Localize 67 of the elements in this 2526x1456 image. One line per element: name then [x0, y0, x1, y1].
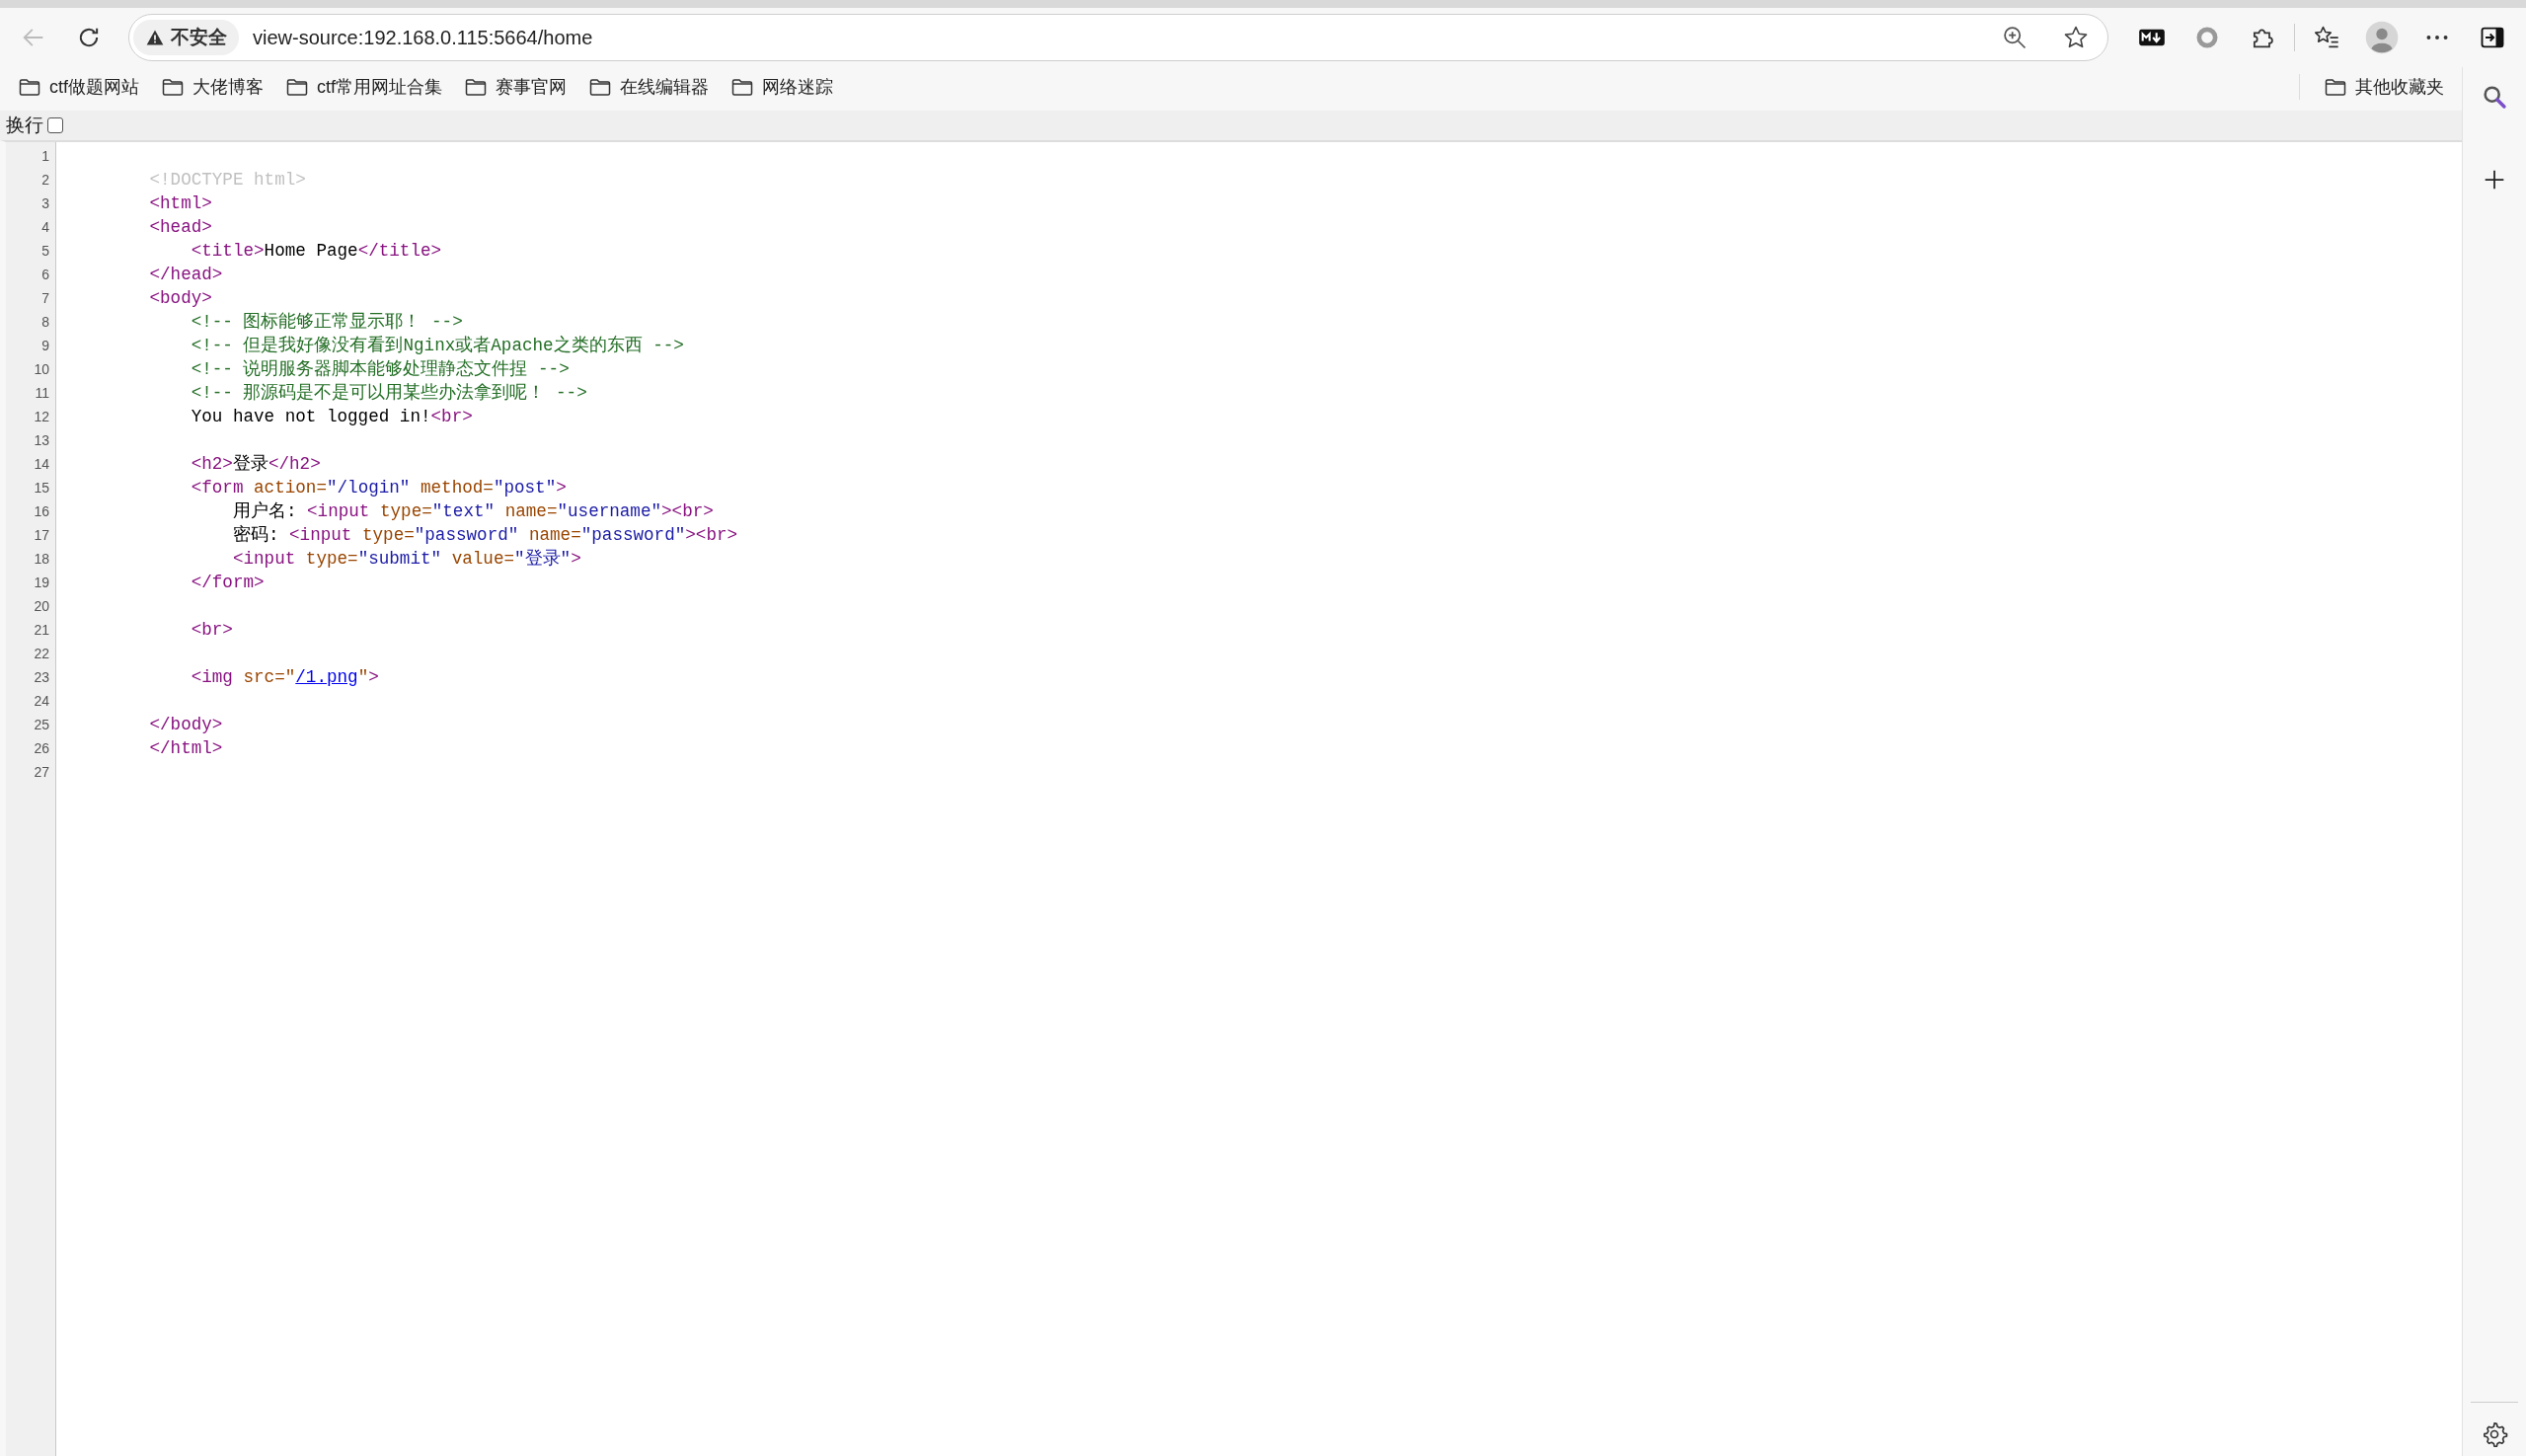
search-icon — [2481, 83, 2508, 111]
bookmark-item[interactable]: ctf做题网站 — [10, 71, 147, 103]
line-number: 21 — [33, 621, 50, 640]
warning-icon — [145, 28, 165, 47]
more-icon — [2426, 35, 2448, 40]
bookmark-item[interactable]: 大佬博客 — [153, 71, 271, 103]
line-number: 4 — [40, 218, 50, 237]
code-line: <title>Home Page</title> — [190, 240, 443, 263]
wrap-checkbox[interactable] — [47, 117, 63, 133]
security-badge[interactable]: 不安全 — [133, 20, 239, 55]
line-number: 5 — [40, 242, 50, 261]
bookmark-item[interactable]: 在线编辑器 — [580, 71, 718, 103]
line-number: 26 — [33, 739, 50, 758]
line-number: 2 — [40, 171, 50, 190]
code-line: <!-- 图标能够正常显示耶！ --> — [190, 311, 464, 334]
wrap-label: 换行 — [6, 114, 43, 137]
code-line: <h2>登录</h2> — [190, 453, 322, 476]
code-line: You have not logged in!<br> — [190, 406, 474, 428]
line-number: 9 — [40, 337, 50, 355]
line-number: 22 — [33, 645, 50, 663]
code-line: <head> — [148, 216, 213, 239]
address-bar[interactable]: 不安全 view-source:192.168.0.115:5664/home — [128, 14, 2108, 61]
line-number: 7 — [40, 289, 50, 308]
line-number: 16 — [33, 502, 50, 521]
line-number: 6 — [40, 266, 50, 284]
code-line: <body> — [148, 287, 213, 310]
bookmark-item[interactable]: 赛事官网 — [456, 71, 575, 103]
code-line: <form action="/login" method="post"> — [190, 477, 568, 499]
code-line: 密码: <input type="password" name="password"><br> — [231, 524, 739, 547]
source-link[interactable]: /1.png — [295, 667, 358, 687]
line-number: 14 — [33, 455, 50, 474]
line-number: 15 — [33, 479, 50, 498]
code-line: <!DOCTYPE html> — [148, 169, 307, 192]
line-number: 1 — [40, 147, 50, 166]
code-line: <img src="/1.png"> — [190, 666, 380, 689]
line-number: 20 — [33, 597, 50, 616]
other-bookmarks-folder[interactable]: 其他收藏夹 — [2316, 71, 2452, 103]
line-number: 23 — [33, 668, 50, 687]
bookmark-item[interactable]: ctf常用网址合集 — [277, 71, 451, 103]
code-line: <br> — [190, 619, 234, 642]
line-number: 10 — [33, 360, 50, 379]
settings-icon — [2481, 1420, 2508, 1448]
code-line: </html> — [148, 737, 224, 760]
line-number: 13 — [33, 431, 50, 450]
code-line: </body> — [148, 714, 224, 736]
code-line: <!-- 说明服务器脚本能够处理静态文件捏 --> — [190, 358, 571, 381]
line-number: 3 — [40, 194, 50, 213]
code-line: <input type="submit" value="登录"> — [231, 548, 582, 571]
zoom-in-icon — [2001, 24, 2028, 51]
line-number: 27 — [33, 763, 50, 782]
url-text: view-source:192.168.0.115:5664/home — [253, 26, 594, 49]
line-number: 8 — [40, 313, 50, 332]
code-line: <!-- 那源码是不是可以用某些办法拿到呢！ --> — [190, 382, 588, 405]
line-number: 25 — [33, 716, 50, 734]
line-number: 19 — [33, 574, 50, 592]
line-number: 17 — [33, 526, 50, 545]
bookmark-item[interactable]: 网络迷踪 — [723, 71, 842, 103]
line-number: 24 — [33, 692, 50, 711]
code-line: 用户名: <input type="text" name="username"><br> — [231, 500, 715, 523]
code-line: </head> — [148, 264, 224, 286]
line-number: 12 — [33, 408, 50, 426]
code-line: </form> — [190, 572, 266, 594]
avatar-icon — [2365, 21, 2399, 54]
line-number: 18 — [33, 550, 50, 569]
line-number: 11 — [34, 384, 50, 403]
code-line: <!-- 但是我好像没有看到Nginx或者Apache之类的东西 --> — [190, 335, 685, 357]
code-line: <html> — [148, 192, 213, 215]
